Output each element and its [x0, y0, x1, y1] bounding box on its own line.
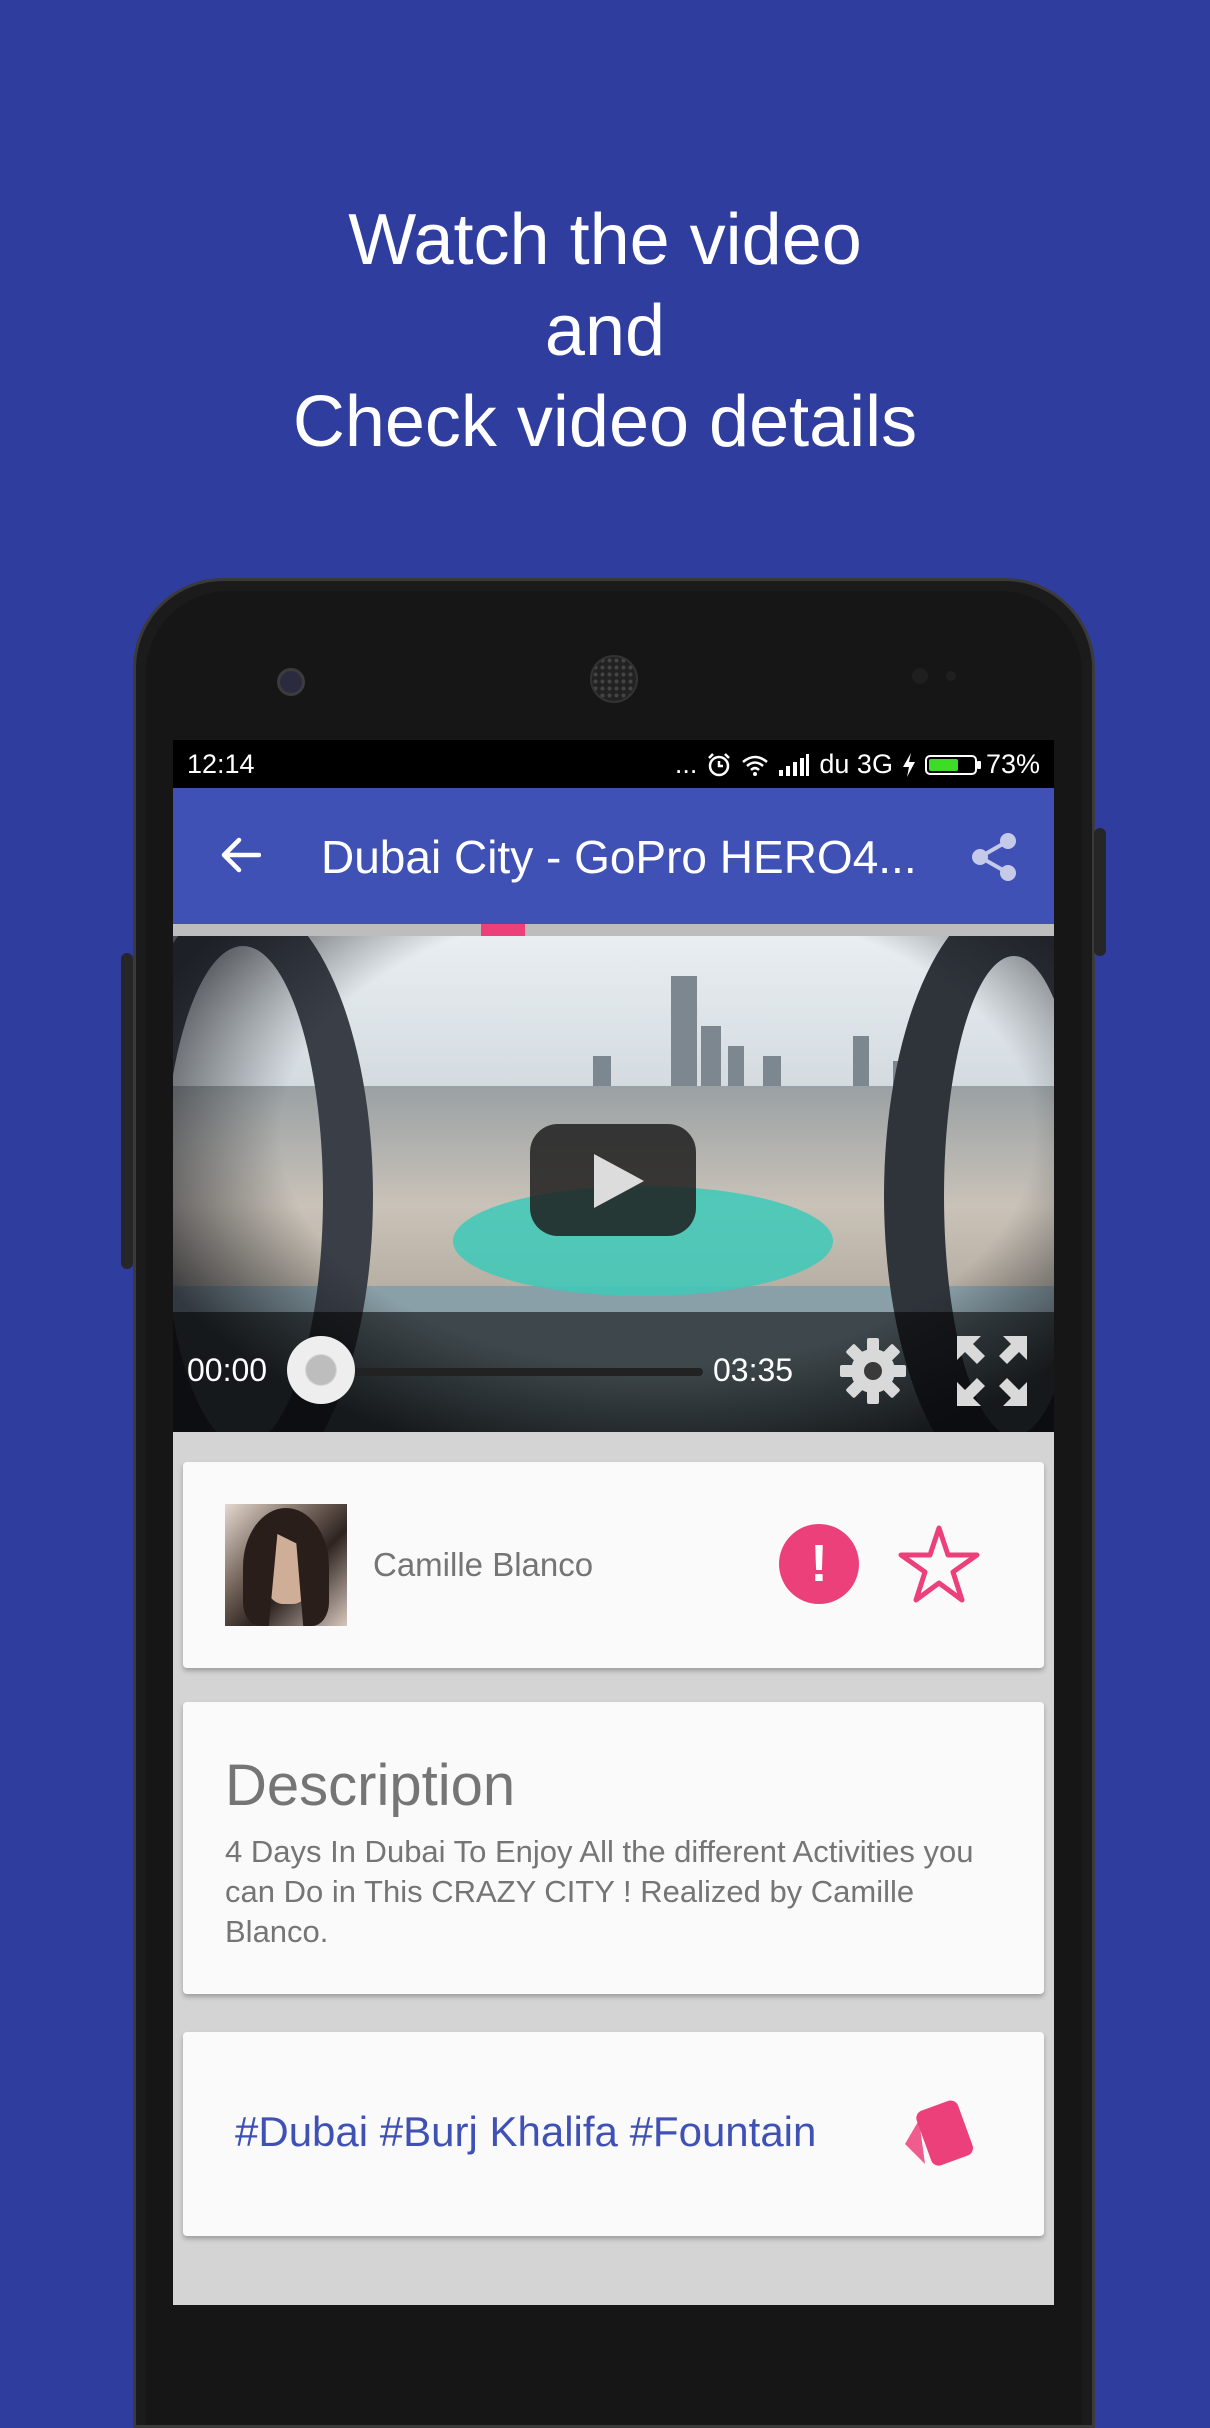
signal-icon	[779, 753, 810, 776]
proximity-sensor	[912, 668, 928, 684]
light-sensor	[946, 671, 956, 681]
description-title: Description	[225, 1753, 516, 1818]
battery-percent: 73%	[985, 749, 1040, 779]
promo-line-1: Watch the video	[348, 200, 862, 280]
player-controls: 00:00 03:35	[173, 1312, 1054, 1432]
promo-headline: Watch the video and Check video details	[0, 195, 1210, 468]
current-time: 00:00	[187, 1352, 268, 1388]
video-player[interactable]: 00:00 03:35	[173, 936, 1054, 1432]
promo-line-3: Check video details	[292, 382, 918, 462]
notification-dots: ...	[674, 749, 698, 779]
battery-fill	[928, 758, 958, 771]
phone-side-button	[1094, 828, 1106, 956]
front-camera	[277, 668, 305, 696]
status-bar: 12:14 ... du 3G 73%	[173, 740, 1054, 788]
tab-indicator	[481, 924, 525, 936]
status-time: 12:14	[187, 749, 255, 779]
fullscreen-icon[interactable]	[955, 1334, 1029, 1408]
share-icon[interactable]	[970, 832, 1018, 882]
wifi-icon	[742, 755, 769, 776]
star-icon[interactable]	[897, 1522, 981, 1606]
avatar[interactable]	[225, 1504, 347, 1626]
author-card: Camille Blanco !	[183, 1462, 1044, 1668]
report-button[interactable]: !	[779, 1524, 859, 1604]
alarm-icon	[708, 752, 731, 776]
arrow-back-icon[interactable]	[219, 834, 261, 876]
video-title: Dubai City - GoPro HERO4...	[321, 831, 917, 883]
description-card: Description 4 Days In Dubai To Enjoy All…	[183, 1702, 1044, 1994]
tags-card: #Dubai #Burj Khalifa #Fountain	[183, 2032, 1044, 2236]
phone-volume-button	[121, 953, 133, 1269]
author-name[interactable]: Camille Blanco	[373, 1546, 593, 1584]
tags-icon[interactable]	[895, 2094, 979, 2178]
carrier-label: du 3G	[819, 749, 893, 779]
earpiece-speaker	[590, 655, 638, 703]
app-bar: Dubai City - GoPro HERO4...	[173, 788, 1054, 924]
video-tags[interactable]: #Dubai #Burj Khalifa #Fountain	[235, 2108, 816, 2156]
tab-strip	[173, 924, 1054, 936]
promo-line-2: and	[544, 291, 666, 371]
description-text: 4 Days In Dubai To Enjoy All the differe…	[225, 1834, 974, 1949]
gear-icon[interactable]	[838, 1336, 908, 1406]
seek-knob[interactable]	[287, 1336, 355, 1404]
charging-icon	[902, 752, 915, 777]
duration: 03:35	[713, 1352, 794, 1388]
status-icons: ... du 3G 73%	[675, 749, 1040, 780]
play-button[interactable]	[530, 1124, 696, 1236]
battery-icon	[924, 754, 981, 775]
phone-screen: 12:14 ... du 3G 73% Dubai City - GoPro H…	[173, 740, 1054, 2305]
